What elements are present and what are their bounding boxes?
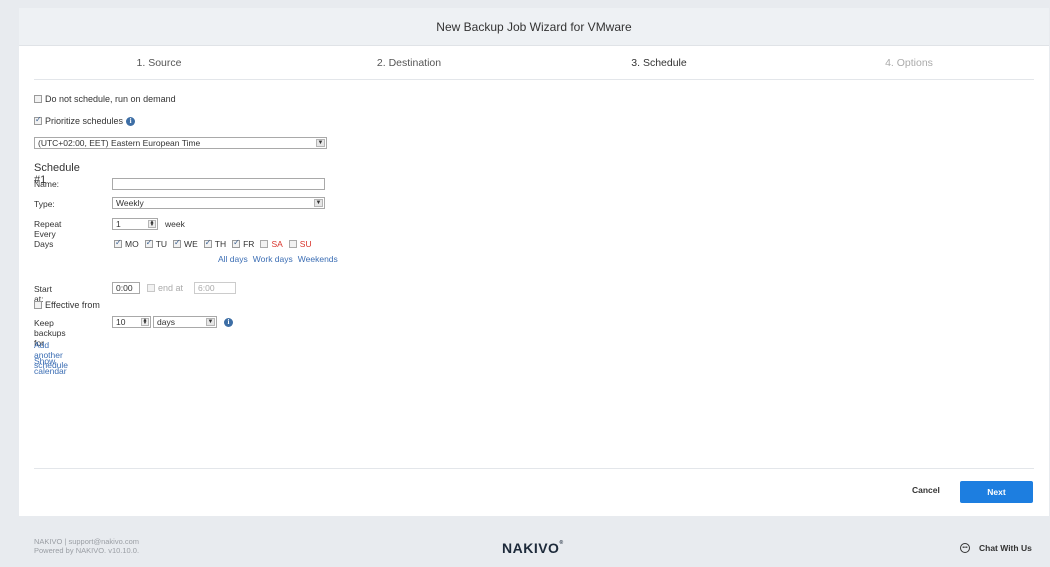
day-label: SA: [271, 239, 283, 249]
name-input[interactable]: [112, 178, 325, 190]
day-label: TU: [155, 239, 168, 249]
day-fr[interactable]: FR: [232, 238, 255, 249]
end-at-label: end at: [158, 283, 184, 293]
chevron-down-icon[interactable]: ▼: [316, 139, 325, 147]
type-select[interactable]: Weekly ▼: [112, 197, 325, 209]
chat-button[interactable]: ••• Chat With Us: [960, 543, 1032, 553]
end-at-row[interactable]: end at: [147, 283, 183, 293]
end-at-checkbox[interactable]: [147, 284, 155, 292]
day-checkbox[interactable]: [114, 238, 122, 248]
do-not-schedule-label: Do not schedule, run on demand: [45, 94, 176, 104]
day-we[interactable]: WE: [173, 238, 198, 249]
day-checkbox[interactable]: [173, 238, 182, 248]
step-schedule[interactable]: 3. Schedule: [534, 46, 784, 80]
info-icon[interactable]: i: [224, 318, 233, 327]
version-text: Powered by NAKIVO. v10.10.0.: [34, 546, 140, 555]
day-checkbox[interactable]: [144, 238, 153, 248]
day-label: WE: [184, 239, 198, 249]
type-label: Type:: [34, 199, 55, 209]
cancel-button[interactable]: Cancel: [912, 485, 940, 495]
day-th[interactable]: TH: [203, 238, 227, 249]
wizard-steps: 1. Source 2. Destination 3. Schedule 4. …: [34, 46, 1034, 80]
effective-from-checkbox[interactable]: [34, 301, 42, 309]
weekends-link[interactable]: Weekends: [298, 254, 338, 264]
timezone-select[interactable]: (UTC+02:00, EET) Eastern European Time ▼: [34, 137, 327, 149]
prioritize-label: Prioritize schedules: [45, 116, 124, 126]
keep-input[interactable]: 10 ▲ ▼: [112, 316, 151, 328]
step-source[interactable]: 1. Source: [34, 46, 284, 80]
nakivo-logo: NAKIVO®: [502, 540, 564, 556]
prioritize-checkbox[interactable]: [34, 115, 42, 125]
end-time-input[interactable]: 6:00: [194, 282, 236, 294]
do-not-schedule-checkbox[interactable]: [34, 95, 42, 103]
step-options[interactable]: 4. Options: [784, 46, 1034, 80]
work-days-link[interactable]: Work days: [253, 254, 293, 264]
day-label: MO: [125, 239, 139, 249]
keep-value: 10: [116, 317, 126, 327]
do-not-schedule-row[interactable]: Do not schedule, run on demand: [34, 94, 176, 104]
show-calendar-link[interactable]: Show calendar: [34, 356, 67, 376]
day-tu[interactable]: TU: [144, 238, 168, 249]
day-label: FR: [243, 239, 255, 249]
day-sa[interactable]: SA: [260, 239, 283, 249]
logo-text: NAKIVO: [502, 540, 560, 556]
day-checkbox[interactable]: [260, 240, 269, 248]
day-mo[interactable]: MO: [114, 238, 139, 249]
page-footer: NAKIVO | support@nakivo.com Powered by N…: [0, 516, 1050, 567]
wizard-title: New Backup Job Wizard for VMware: [19, 8, 1049, 46]
keep-unit-value: days: [157, 317, 175, 327]
day-shortcuts: All days Work days Weekends: [218, 254, 338, 264]
effective-from-label: Effective from: [45, 300, 100, 310]
info-icon[interactable]: i: [126, 116, 136, 126]
type-value: Weekly: [116, 198, 144, 208]
timezone-value: (UTC+02:00, EET) Eastern European Time: [38, 138, 201, 148]
spinner-icon[interactable]: ▲ ▼: [148, 220, 156, 228]
footer-divider: [34, 468, 1034, 469]
repeat-unit: week: [165, 219, 185, 229]
keep-unit-select[interactable]: days ▼: [153, 316, 217, 328]
next-button[interactable]: Next: [960, 481, 1033, 503]
day-label: TH: [214, 239, 227, 249]
prioritize-row[interactable]: Prioritize schedules i: [34, 115, 136, 126]
wizard-panel: New Backup Job Wizard for VMware 1. Sour…: [19, 8, 1049, 516]
footer-info: NAKIVO | support@nakivo.com Powered by N…: [34, 537, 139, 555]
start-time-input[interactable]: 0:00: [112, 282, 140, 294]
chat-icon: •••: [960, 543, 970, 553]
days-row: MO TU WE TH FR SA SU: [114, 238, 318, 249]
chevron-down-icon[interactable]: ▼: [206, 318, 215, 326]
step-destination[interactable]: 2. Destination: [284, 46, 534, 80]
day-checkbox[interactable]: [232, 238, 241, 248]
day-label: SU: [299, 239, 312, 249]
logo-mark: ®: [559, 540, 564, 546]
day-checkbox[interactable]: [203, 238, 212, 248]
name-label: Name:: [34, 179, 60, 189]
repeat-value: 1: [116, 219, 121, 229]
day-su[interactable]: SU: [288, 239, 312, 249]
support-link[interactable]: NAKIVO | support@nakivo.com: [34, 537, 139, 546]
all-days-link[interactable]: All days: [218, 254, 248, 264]
day-checkbox[interactable]: [288, 240, 297, 248]
chat-label: Chat With Us: [979, 543, 1032, 553]
repeat-label: Repeat Every: [34, 219, 62, 239]
effective-from-row[interactable]: Effective from: [34, 300, 100, 310]
spinner-icon[interactable]: ▲ ▼: [141, 318, 149, 326]
days-label: Days: [34, 239, 54, 249]
repeat-input[interactable]: 1 ▲ ▼: [112, 218, 158, 230]
chevron-down-icon[interactable]: ▼: [314, 199, 323, 207]
